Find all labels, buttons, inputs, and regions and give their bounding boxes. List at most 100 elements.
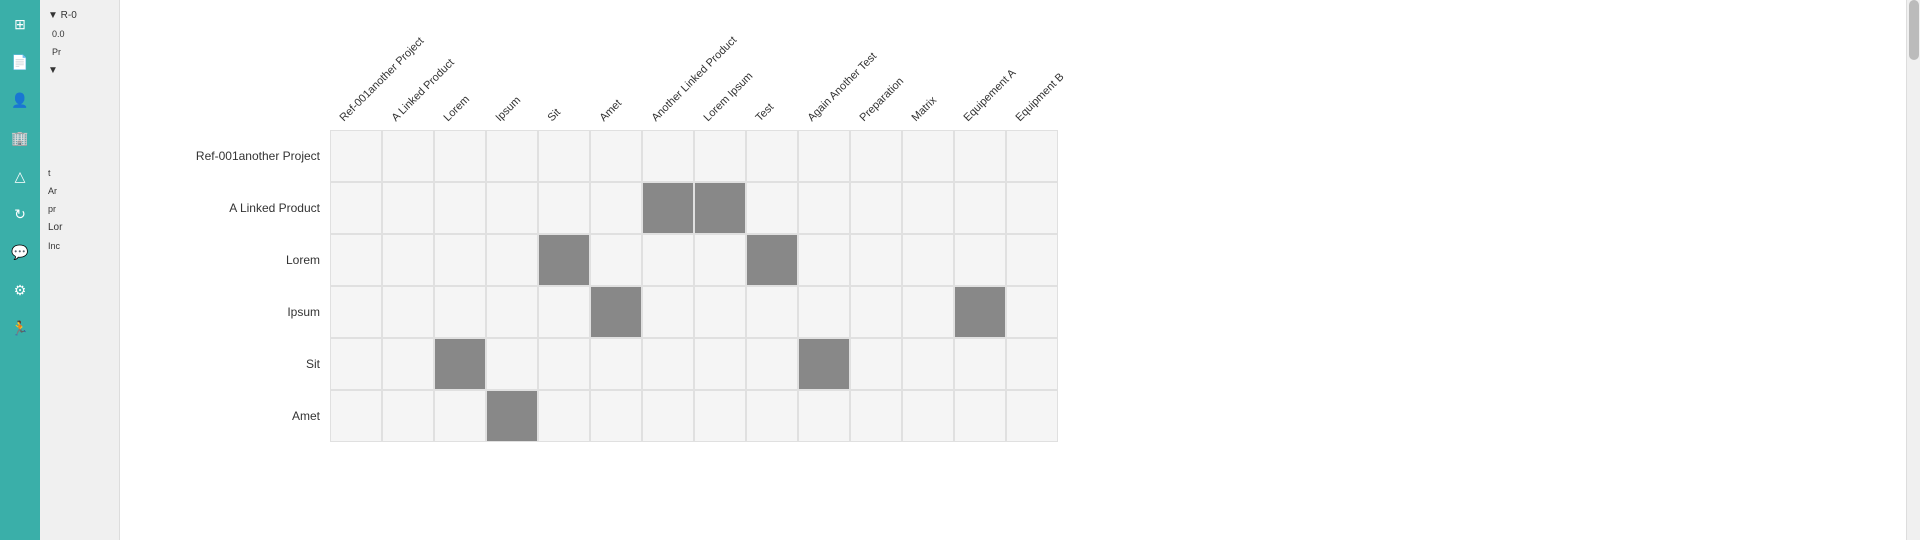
chat-icon[interactable]: 💬 [4,236,36,268]
matrix-cell[interactable] [694,182,746,234]
matrix-cell[interactable] [330,390,382,442]
settings-icon[interactable]: ⚙ [4,274,36,306]
matrix-cell[interactable] [902,390,954,442]
col-header-label: Lorem [442,93,473,124]
matrix-cell[interactable] [1006,338,1058,390]
matrix-cell[interactable] [642,130,694,182]
scrollbar[interactable] [1906,0,1920,540]
matrix-cell[interactable] [642,338,694,390]
matrix-cell[interactable] [902,234,954,286]
matrix-cell[interactable] [850,130,902,182]
matrix-cell[interactable] [382,234,434,286]
matrix-cell[interactable] [850,182,902,234]
person-icon[interactable]: 🏃 [4,312,36,344]
matrix-cell[interactable] [850,390,902,442]
matrix-cell[interactable] [954,130,1006,182]
matrix-cell[interactable] [746,234,798,286]
hierarchy-icon[interactable]: △ [4,160,36,192]
matrix-cell[interactable] [1006,130,1058,182]
matrix-cell[interactable] [434,182,486,234]
matrix-cell[interactable] [538,286,590,338]
left-panel-item[interactable]: ▼ R-0 [44,8,115,23]
matrix-cell[interactable] [486,390,538,442]
matrix-cell[interactable] [798,338,850,390]
matrix-cell[interactable] [954,390,1006,442]
scrollbar-thumb[interactable] [1909,0,1919,60]
matrix-cell[interactable] [330,182,382,234]
matrix-cell[interactable] [330,338,382,390]
grid-icon[interactable]: ⊞ [4,8,36,40]
matrix-cell[interactable] [642,390,694,442]
matrix-cell[interactable] [330,130,382,182]
matrix-cell[interactable] [1006,390,1058,442]
matrix-cell[interactable] [1006,286,1058,338]
matrix-cell[interactable] [590,130,642,182]
matrix-cell[interactable] [642,234,694,286]
matrix-cell[interactable] [902,286,954,338]
matrix-cell[interactable] [694,234,746,286]
matrix-cell[interactable] [694,390,746,442]
matrix-cell[interactable] [590,390,642,442]
matrix-cell[interactable] [902,338,954,390]
matrix-cell[interactable] [434,338,486,390]
matrix-cell[interactable] [954,234,1006,286]
matrix-cell[interactable] [798,390,850,442]
matrix-cell[interactable] [1006,234,1058,286]
matrix-cell[interactable] [642,286,694,338]
matrix-cell[interactable] [382,338,434,390]
matrix-cell[interactable] [382,182,434,234]
matrix-cell[interactable] [850,338,902,390]
matrix-cell[interactable] [902,130,954,182]
matrix-cell[interactable] [798,130,850,182]
matrix-cell[interactable] [642,182,694,234]
matrix-cell[interactable] [538,182,590,234]
matrix-cell[interactable] [382,286,434,338]
matrix-cell[interactable] [1006,182,1058,234]
left-panel-item[interactable]: ▼ [44,63,115,78]
matrix-cell[interactable] [746,338,798,390]
matrix-cell[interactable] [590,234,642,286]
matrix-cell[interactable] [798,182,850,234]
matrix-cell[interactable] [746,286,798,338]
matrix-cell[interactable] [850,286,902,338]
matrix-cell[interactable] [746,130,798,182]
matrix-cell[interactable] [486,234,538,286]
matrix-cell[interactable] [382,390,434,442]
matrix-cell[interactable] [330,286,382,338]
refresh-icon[interactable]: ↻ [4,198,36,230]
matrix-cell[interactable] [538,130,590,182]
file-icon[interactable]: 📄 [4,46,36,78]
matrix-cell[interactable] [434,234,486,286]
matrix-cell[interactable] [954,338,1006,390]
matrix-cell[interactable] [798,234,850,286]
matrix-cell[interactable] [954,286,1006,338]
matrix-cell[interactable] [330,234,382,286]
matrix-cell[interactable] [902,182,954,234]
matrix-cell[interactable] [746,390,798,442]
matrix-cell[interactable] [434,390,486,442]
matrix-cell[interactable] [486,338,538,390]
matrix-cell[interactable] [434,286,486,338]
left-panel-item[interactable]: Lor [44,220,115,235]
matrix-cell[interactable] [694,286,746,338]
matrix-cell[interactable] [486,286,538,338]
matrix-cell[interactable] [590,338,642,390]
matrix-cell[interactable] [954,182,1006,234]
building-icon[interactable]: 🏢 [4,122,36,154]
matrix-cell[interactable] [694,338,746,390]
matrix-cell[interactable] [538,390,590,442]
matrix-cell[interactable] [694,130,746,182]
matrix-cell[interactable] [434,130,486,182]
row-label: A Linked Product [130,182,330,234]
matrix-cell[interactable] [486,130,538,182]
matrix-cell[interactable] [538,338,590,390]
matrix-cell[interactable] [850,234,902,286]
user-icon[interactable]: 👤 [4,84,36,116]
matrix-cell[interactable] [590,286,642,338]
matrix-cell[interactable] [538,234,590,286]
matrix-cell[interactable] [590,182,642,234]
matrix-cell[interactable] [746,182,798,234]
matrix-cell[interactable] [486,182,538,234]
matrix-cell[interactable] [382,130,434,182]
matrix-cell[interactable] [798,286,850,338]
